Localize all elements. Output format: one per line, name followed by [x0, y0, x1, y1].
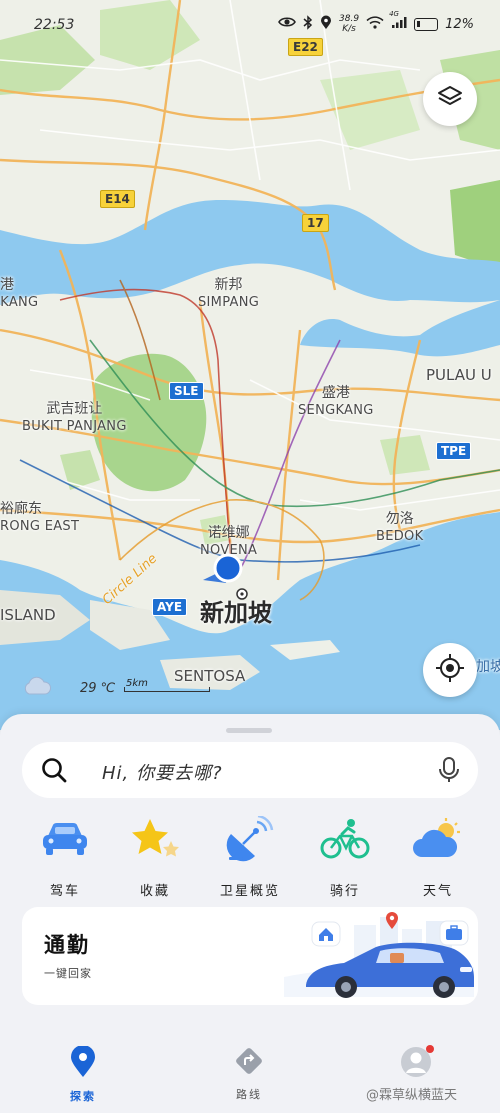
status-time: 22:53: [34, 17, 75, 33]
map-label-island: ISLAND: [0, 606, 56, 624]
map-layers-button[interactable]: [423, 72, 477, 126]
map-label-right-edge: 加坡: [476, 659, 500, 675]
bottom-sheet[interactable]: Hi, 你要去哪? 驾车 收藏 卫星概览 骑行 天气 通勤 一键回家 探索 路线…: [0, 714, 500, 1113]
road-shield-17: 17: [302, 214, 329, 232]
commute-card[interactable]: 通勤 一键回家: [22, 907, 478, 1005]
map-label-bedok: 勿洛 BEDOK: [376, 511, 424, 544]
nav-route[interactable]: 路线: [209, 1046, 289, 1102]
quick-action-satellite[interactable]: 卫星概览: [205, 814, 295, 904]
star-icon: [127, 814, 183, 864]
microphone-icon[interactable]: [438, 756, 460, 788]
sheet-grab-handle[interactable]: [226, 728, 272, 733]
eye-icon: [278, 16, 296, 32]
layers-icon: [436, 83, 464, 115]
commute-title: 通勤: [44, 933, 90, 957]
nav-explore[interactable]: 探索: [43, 1045, 123, 1104]
locate-me-button[interactable]: [423, 643, 477, 697]
bottom-nav: 探索 路线 @霖草纵横蓝天: [0, 1034, 500, 1113]
notification-dot: [426, 1045, 434, 1053]
status-icons: 38.9 K/s 4G 12%: [278, 10, 474, 34]
cellular-signal-icon: 4G: [389, 10, 407, 33]
route-icon: [234, 1048, 264, 1080]
nav-profile[interactable]: [376, 1045, 456, 1082]
map-label-choa-chu-kang: 蔡厝港 U KANG: [0, 277, 39, 310]
weather-temperature: 29 ℃: [80, 680, 116, 696]
quick-action-weather[interactable]: 天气: [393, 814, 483, 904]
watermark: @霖草纵横蓝天: [366, 1088, 458, 1103]
quick-action-drive[interactable]: 驾车: [20, 814, 110, 904]
quick-action-label: 骑行: [329, 884, 360, 899]
commute-subtitle: 一键回家: [44, 967, 92, 980]
road-shield-tpe: TPE: [436, 442, 472, 460]
crosshair-icon: [435, 653, 465, 687]
weather-icon: [410, 814, 466, 864]
quick-action-favorites[interactable]: 收藏: [110, 814, 200, 904]
status-bar: 22:53 38.9 K/s 4G 12%: [0, 0, 500, 46]
avatar-icon: [400, 1045, 434, 1082]
nav-label: 路线: [236, 1088, 262, 1101]
wifi-icon: [366, 15, 384, 33]
road-shield-sle: SLE: [169, 382, 204, 400]
commute-illustration: [284, 907, 478, 1005]
search-input[interactable]: Hi, 你要去哪?: [22, 742, 478, 798]
road-shield-e14: E14: [100, 190, 135, 208]
map-label-novena: 诺维娜 NOVENA: [200, 525, 258, 558]
briefcase-icon: [439, 920, 469, 946]
map-scale: 5km: [124, 678, 210, 694]
road-shield-aye: AYE: [152, 598, 188, 616]
map-label-simpang: 新邦 SIMPANG: [198, 277, 260, 310]
battery-percent: 12%: [445, 16, 474, 32]
map-label-singapore: 新加坡: [200, 599, 272, 627]
search-icon: [40, 756, 68, 788]
search-placeholder: Hi, 你要去哪?: [102, 763, 223, 784]
location-pin-icon: [70, 1045, 96, 1082]
network-speed: 38.9 K/s: [339, 14, 360, 34]
quick-action-cycling[interactable]: 骑行: [300, 814, 390, 904]
map-label-pulau: PULAU U: [426, 366, 492, 384]
map-weather[interactable]: 29 ℃: [22, 676, 115, 700]
bike-icon: [317, 814, 373, 864]
quick-action-label: 天气: [422, 884, 453, 899]
cloud-icon: [22, 676, 52, 700]
nav-label: 探索: [70, 1090, 96, 1103]
quick-action-label: 驾车: [49, 884, 80, 899]
map-label-bukit-panjang: 武吉班让 BUKIT PANJANG: [22, 401, 127, 434]
location-icon: [320, 15, 332, 34]
map-label-jurong-east: 裕廊东 RONG EAST: [0, 501, 80, 534]
car-icon: [37, 814, 93, 864]
quick-action-label: 卫星概览: [219, 884, 280, 899]
scale-bar: [124, 687, 210, 692]
map-label-sengkang: 盛港 SENGKANG: [298, 385, 374, 418]
bluetooth-icon: [303, 14, 313, 34]
quick-actions: 驾车 收藏 卫星概览 骑行 天气: [0, 814, 500, 904]
home-icon: [311, 921, 341, 947]
quick-action-label: 收藏: [139, 884, 170, 899]
map-view[interactable]: 新邦 SIMPANG 蔡厝港 U KANG 武吉班让 BUKIT PANJANG…: [0, 0, 500, 730]
battery-icon: [414, 17, 439, 31]
satellite-icon: [222, 814, 278, 864]
